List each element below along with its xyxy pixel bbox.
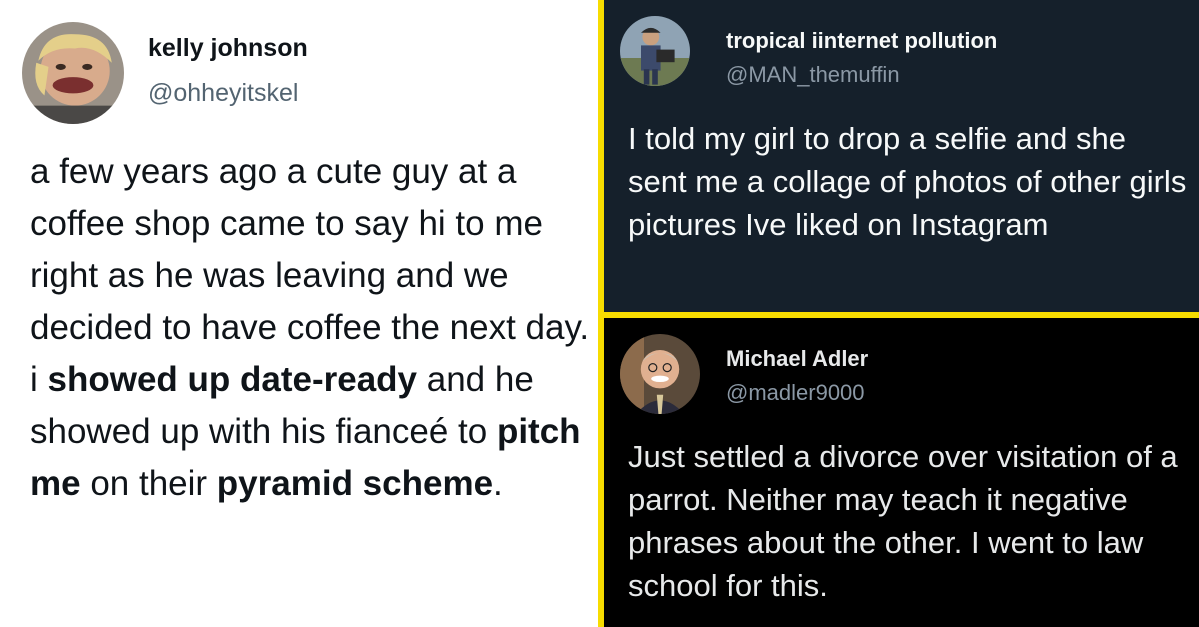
tweet-card-tropical: tropical iinternet pollution @MAN_themuf… <box>604 0 1199 312</box>
user-handle[interactable]: @ohheyitskel <box>148 79 298 108</box>
user-avatar-photo-icon <box>620 334 700 414</box>
user-avatar-photo-icon <box>22 22 124 124</box>
display-name[interactable]: tropical iinternet pollution <box>726 28 997 54</box>
tweet-text: Just settled a divorce over visitation o… <box>628 439 1178 603</box>
tweet-card-adler: Michael Adler @madler9000 Just settled a… <box>604 318 1199 627</box>
tweet-text: a few years ago a cute guy at a coffee s… <box>30 152 590 503</box>
display-name[interactable]: kelly johnson <box>148 34 308 63</box>
user-handle[interactable]: @madler9000 <box>726 380 865 406</box>
tweet-card-kelly: kelly johnson @ohheyitskel a few years a… <box>0 0 598 627</box>
avatar[interactable] <box>620 16 690 86</box>
user-handle[interactable]: @MAN_themuffin <box>726 62 900 88</box>
avatar[interactable] <box>620 334 700 414</box>
tweet-text: I told my girl to drop a selfie and she … <box>628 121 1187 242</box>
display-name[interactable]: Michael Adler <box>726 346 868 372</box>
user-avatar-photo-icon <box>620 16 690 86</box>
avatar[interactable] <box>22 22 124 124</box>
